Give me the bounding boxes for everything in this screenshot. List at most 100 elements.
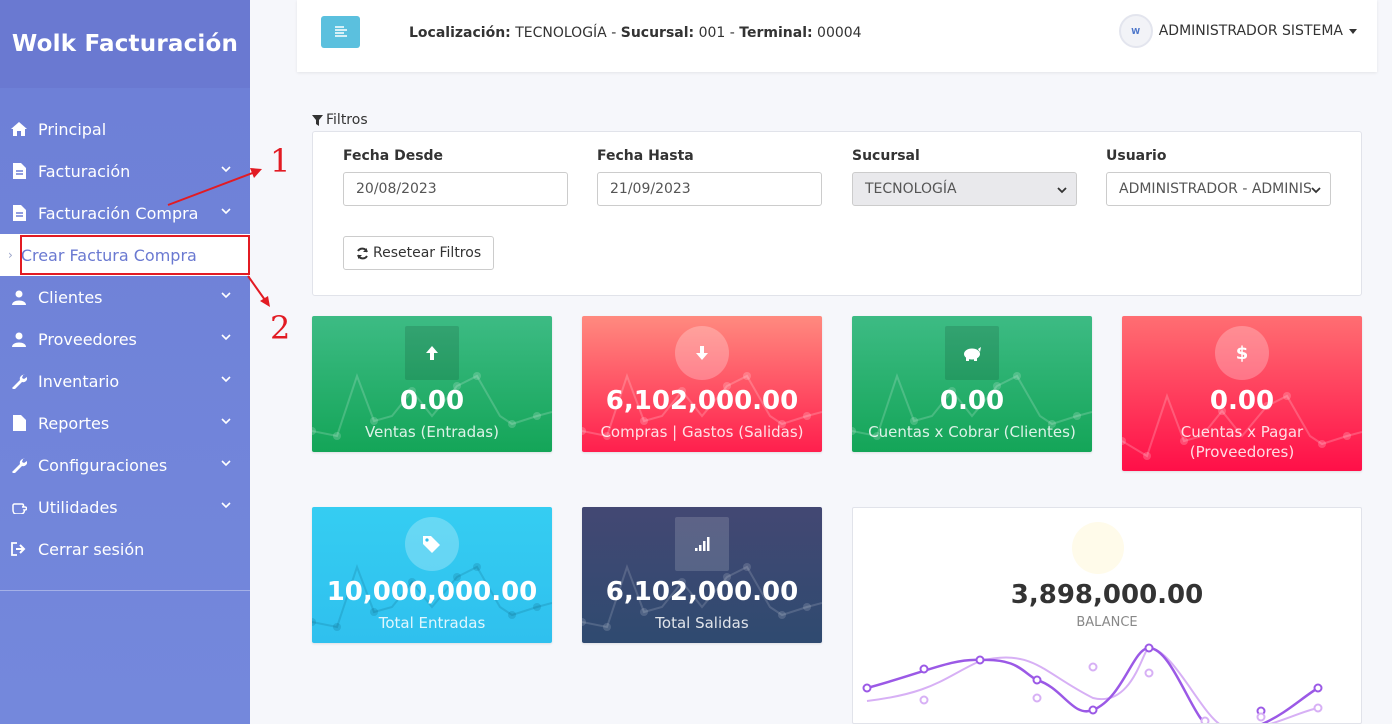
card-label: Cuentas x Cobrar (Clientes)	[868, 423, 1076, 441]
sucursal-select-value: TECNOLOGÍA	[865, 181, 957, 197]
card-value: 10,000,000.00	[326, 577, 538, 607]
sidebar-item-label: Reportes	[38, 413, 110, 433]
annotation-number-2: 2	[270, 309, 291, 347]
separator: -	[729, 25, 735, 41]
chevron-down-icon	[221, 418, 231, 425]
location-label: Localización:	[409, 25, 511, 41]
sidebar-item-cerrar-sesion[interactable]: Cerrar sesión	[0, 528, 250, 570]
fecha-desde-input[interactable]: 20/08/2023	[343, 172, 568, 206]
chevron-down-icon	[221, 208, 231, 215]
card-total-entradas: 10,000,000.00 Total Entradas	[312, 507, 552, 643]
reset-filters-label: Resetear Filtros	[373, 245, 482, 261]
tags-icon	[405, 517, 459, 571]
usuario-select[interactable]: ADMINISTRADOR - ADMINIS	[1106, 172, 1331, 206]
separator: -	[611, 25, 617, 41]
sidebar-item-proveedores[interactable]: Proveedores	[0, 318, 250, 360]
card-value: 0.00	[1209, 386, 1275, 416]
card-compras: 6,102,000.00 Compras | Gastos (Salidas)	[582, 316, 822, 452]
hand-icon	[10, 498, 28, 516]
chevron-down-icon	[1311, 187, 1321, 194]
caret-down-icon	[1349, 28, 1357, 34]
sidebar-item-facturacion[interactable]: Facturación	[0, 150, 250, 192]
card-value: 0.00	[399, 386, 465, 416]
sidebar-item-label: Utilidades	[38, 497, 118, 517]
sidebar-item-label: Principal	[38, 119, 107, 139]
balance-value: 3,898,000.00	[1010, 580, 1204, 610]
sucursal-select[interactable]: TECNOLOGÍA	[852, 172, 1077, 206]
piggy-bank-icon	[945, 326, 999, 380]
arrow-down-icon	[675, 326, 729, 380]
usuario-select-value: ADMINISTRADOR - ADMINIS	[1119, 181, 1312, 197]
chevron-down-icon	[1057, 187, 1067, 194]
user-name: ADMINISTRADOR SISTEMA	[1158, 23, 1343, 39]
card-cuentas-pagar: $ 0.00 Cuentas x Pagar (Proveedores)	[1122, 316, 1362, 471]
sidebar-nav: Principal Facturación Facturación Compra…	[0, 108, 250, 570]
sucursal-value: 001	[698, 25, 726, 41]
menu-toggle-button[interactable]	[321, 16, 360, 48]
chevron-right-icon: ›	[8, 248, 13, 262]
sidebar-item-inventario[interactable]: Inventario	[0, 360, 250, 402]
fecha-hasta-label: Fecha Hasta	[597, 148, 694, 164]
sidebar-item-clientes[interactable]: Clientes	[0, 276, 250, 318]
sidebar-item-label: Cerrar sesión	[38, 539, 145, 559]
user-menu[interactable]: W ADMINISTRADOR SISTEMA	[1118, 14, 1357, 48]
sidebar-item-reportes[interactable]: Reportes	[0, 402, 250, 444]
chevron-down-icon	[221, 166, 231, 173]
user-icon	[10, 330, 28, 348]
location-info: Localización: TECNOLOGÍA - Sucursal: 001…	[409, 25, 862, 41]
card-cuentas-cobrar: 0.00 Cuentas x Cobrar (Clientes)	[852, 316, 1092, 452]
file-icon	[10, 414, 28, 432]
sidebar-item-utilidades[interactable]: Utilidades	[0, 486, 250, 528]
sidebar-item-label: Inventario	[38, 371, 120, 391]
card-label: Ventas (Entradas)	[365, 423, 499, 441]
refresh-icon	[357, 247, 368, 259]
balance-card: 3,898,000.00 BALANCE	[852, 507, 1362, 724]
sidebar-item-configuraciones[interactable]: Configuraciones	[0, 444, 250, 486]
card-label: Total Salidas	[655, 614, 749, 632]
sidebar-item-facturacion-compra[interactable]: Facturación Compra	[0, 192, 250, 234]
wrench-icon	[10, 372, 28, 390]
file-icon	[10, 162, 28, 180]
fecha-hasta-group: Fecha Hasta 21/09/2023	[597, 148, 822, 206]
user-icon	[10, 288, 28, 306]
card-label: Cuentas x Pagar (Proveedores)	[1180, 423, 1304, 461]
annotation-highlight-box	[20, 235, 250, 275]
usuario-group: Usuario ADMINISTRADOR - ADMINIS	[1106, 148, 1331, 206]
annotation-number-1: 1	[270, 142, 291, 180]
balance-label: BALANCE	[1076, 615, 1138, 630]
terminal-label: Terminal:	[739, 25, 813, 41]
fecha-desde-label: Fecha Desde	[343, 148, 444, 164]
card-total-salidas: 6,102,000.00 Total Salidas	[582, 507, 822, 643]
sucursal-group: Sucursal TECNOLOGÍA	[852, 148, 1077, 206]
avatar: W	[1118, 14, 1153, 48]
signal-icon	[675, 517, 729, 571]
card-value: 0.00	[939, 386, 1005, 416]
sidebar-item-label: Configuraciones	[38, 455, 168, 475]
brand-title: Wolk Facturación	[0, 0, 250, 88]
dollar-icon: $	[1215, 326, 1269, 380]
filters-panel: Fecha Desde 20/08/2023 Fecha Hasta 21/09…	[312, 131, 1362, 296]
card-label: Total Entradas	[378, 614, 486, 632]
sidebar-item-label: Facturación Compra	[38, 203, 199, 223]
sidebar-item-label: Proveedores	[38, 329, 137, 349]
sign-out-icon	[10, 540, 28, 558]
wrench-icon	[10, 456, 28, 474]
sucursal-select-label: Sucursal	[852, 148, 920, 164]
reset-filters-button[interactable]: Resetear Filtros	[343, 236, 495, 270]
top-bar: Localización: TECNOLOGÍA - Sucursal: 001…	[297, 0, 1377, 72]
filters-title-text: Filtros	[326, 112, 368, 128]
fecha-hasta-input[interactable]: 21/09/2023	[597, 172, 822, 206]
sidebar-item-label: Facturación	[38, 161, 131, 181]
card-value: 6,102,000.00	[605, 386, 799, 416]
fecha-desde-group: Fecha Desde 20/08/2023	[343, 148, 568, 206]
home-icon	[10, 120, 28, 138]
sidebar: Wolk Facturación Principal Facturación F…	[0, 0, 250, 724]
chevron-down-icon	[221, 376, 231, 383]
sidebar-item-principal[interactable]: Principal	[0, 108, 250, 150]
file-icon	[10, 204, 28, 222]
filter-icon	[312, 114, 323, 126]
sidebar-divider	[0, 590, 250, 591]
card-ventas: 0.00 Ventas (Entradas)	[312, 316, 552, 452]
sidebar-item-label: Clientes	[38, 287, 103, 307]
filters-title: Filtros	[312, 112, 368, 128]
